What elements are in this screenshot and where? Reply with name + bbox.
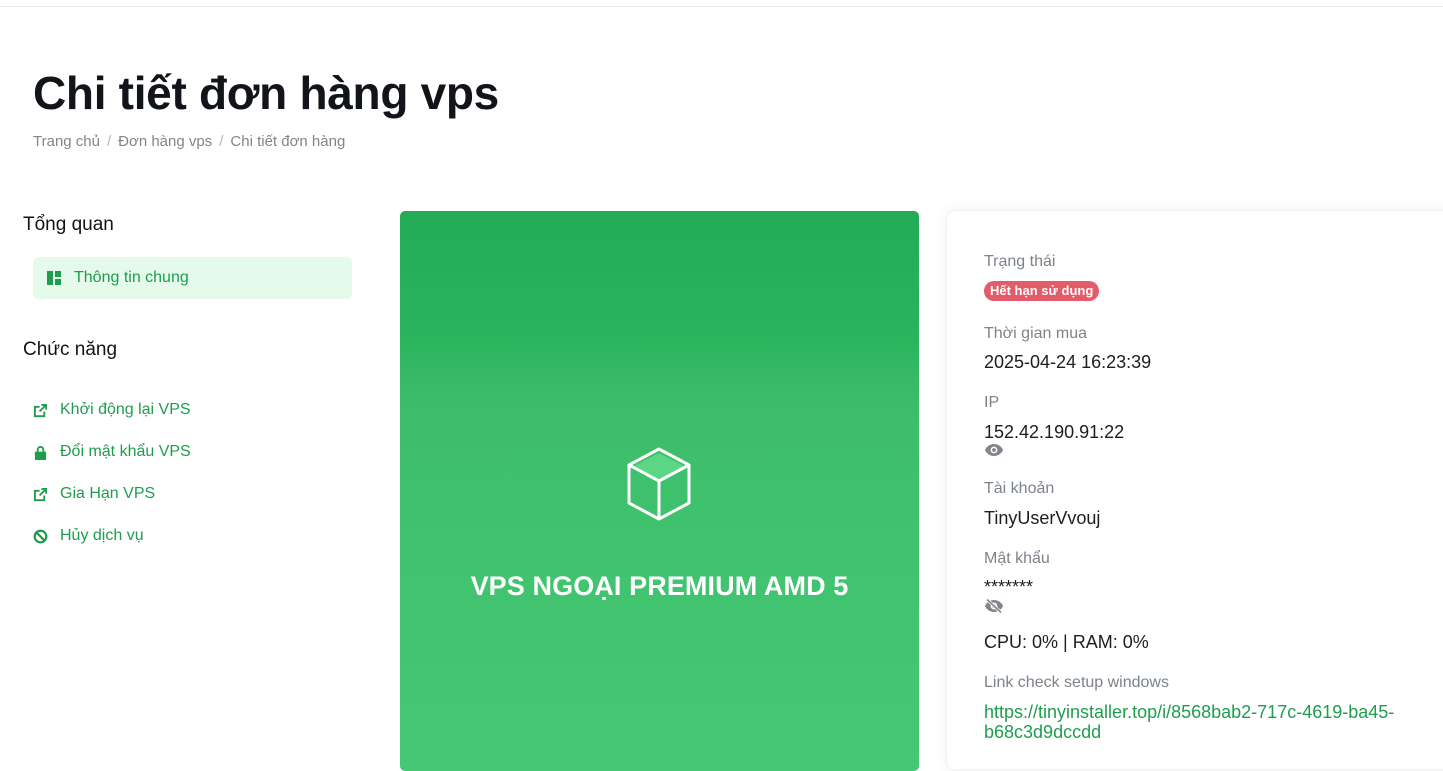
sidebar-item-general-info[interactable]: Thông tin chung [33,257,352,299]
change-password-label: Đổi mật khẩu VPS [60,443,191,460]
ip-label: IP [984,394,1000,411]
breadcrumb-separator: / [219,133,224,150]
eye-icon[interactable] [984,443,1004,457]
top-border [0,0,1443,7]
status-badge: Hết hạn sử dụng [984,281,1100,301]
resource-usage: CPU: 0% | RAM: 0% [984,632,1149,652]
lock-icon [34,445,47,460]
overview-section-title: Tổng quan [23,214,114,235]
breadcrumb-vps-orders[interactable]: Đơn hàng vps [118,133,212,150]
setup-check-link[interactable]: https://tinyinstaller.top/i/8568bab2-717… [984,702,1414,742]
breadcrumb-separator: / [106,133,112,150]
purchase-time-value: 2025-04-24 16:23:39 [984,352,1152,372]
product-name: VPS NGOẠI PREMIUM AMD 5 [470,571,849,601]
breadcrumb-home[interactable]: Trang chủ [33,133,100,150]
breadcrumb-current: Chi tiết đơn hàng [230,133,346,150]
cancel-service-label: Hủy dịch vụ [60,527,144,544]
purchase-time-label: Thời gian mua [984,325,1087,342]
external-link-icon [33,487,48,501]
eye-slash-icon[interactable] [984,599,1004,613]
product-card: VPS NGOẠI PREMIUM AMD 5 [400,211,919,771]
cancel-service-link[interactable]: Hủy dịch vụ [33,515,191,557]
functions-section-title: Chức năng [23,339,118,360]
account-value: TinyUserVvouj [984,508,1101,528]
account-label: Tài khoản [984,480,1055,497]
change-password-link[interactable]: Đổi mật khẩu VPS [33,431,191,473]
renew-vps-link[interactable]: Gia Hạn VPS [33,473,191,515]
sidebar-item-label: Thông tin chung [74,269,189,286]
ban-icon [33,529,48,543]
external-link-icon [33,403,48,417]
dashboard-icon [47,271,61,285]
restart-vps-label: Khởi động lại VPS [60,401,191,418]
order-info-panel: Trạng thái Hết hạn sử dụng Thời gian mua… [946,210,1443,770]
renew-vps-label: Gia Hạn VPS [60,485,156,502]
password-label: Mật khẩu [984,550,1050,567]
status-label: Trạng thái [984,253,1056,270]
cube-icon [627,447,691,521]
breadcrumb: Trang chủ / Đơn hàng vps / Chi tiết đơn … [33,133,345,150]
ip-value: 152.42.190.91:22 [984,422,1125,442]
setup-link-label: Link check setup windows [984,674,1169,691]
page-title: Chi tiết đơn hàng vps [33,67,499,119]
restart-vps-link[interactable]: Khởi động lại VPS [33,389,191,431]
password-value: ******* [984,577,1034,597]
functions-list: Khởi động lại VPS Đổi mật khẩu VPS Gia H… [33,389,191,557]
